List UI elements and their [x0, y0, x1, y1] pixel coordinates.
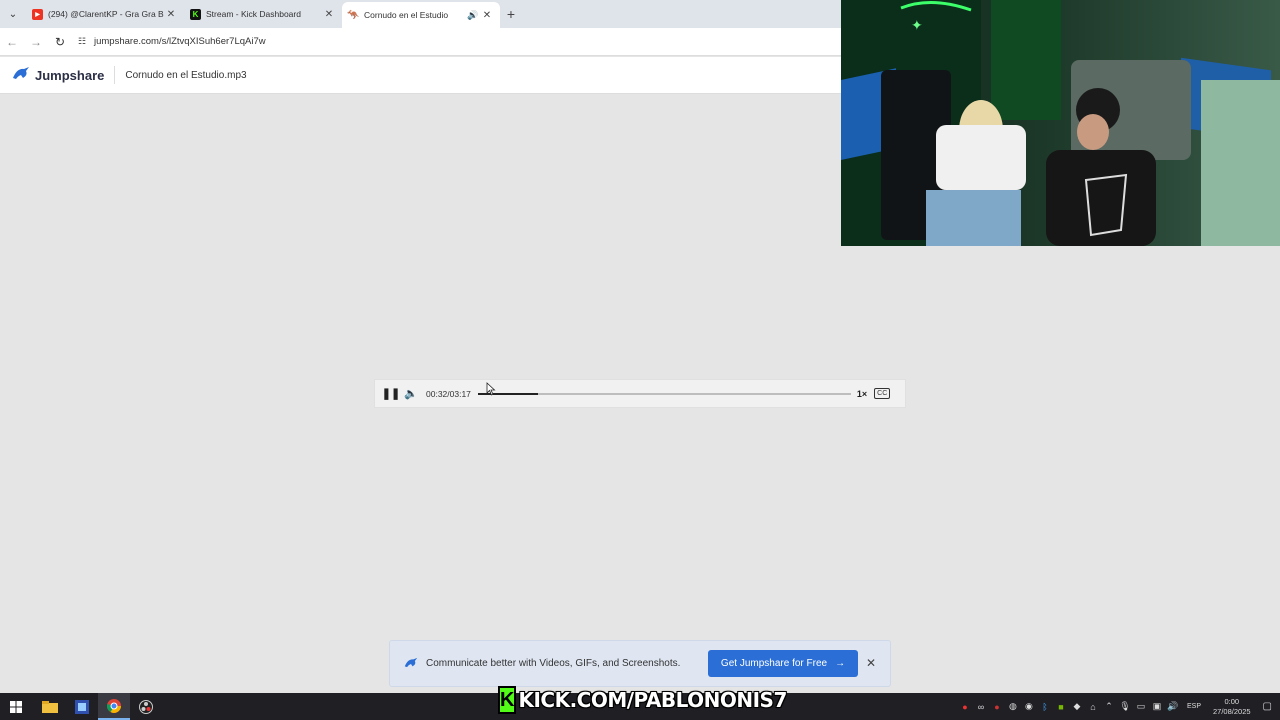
clock[interactable]: 0:00 27/08/2025 [1213, 697, 1251, 717]
new-tab-button[interactable]: + [500, 6, 522, 22]
microphone-icon[interactable]: 🎙 [1117, 701, 1133, 712]
kick-logo-icon: K [498, 686, 517, 714]
reload-icon[interactable]: ↻ [48, 35, 72, 49]
cta-label: Get Jumpshare for Free [720, 658, 828, 669]
site-info-icon[interactable]: ☷ [72, 36, 92, 47]
jumpshare-logo[interactable]: Jumpshare [0, 66, 104, 84]
clock-time: 0:00 [1224, 696, 1240, 706]
close-icon[interactable]: ✕ [164, 9, 178, 20]
close-icon[interactable]: ✕ [480, 10, 494, 21]
screen: ⌄ ▶ (294) @ClarentKP - Gra Gra Bo ✕ K St… [0, 0, 1280, 720]
tab-kick-dashboard[interactable]: K Stream - Kick Dashboard ✕ [184, 0, 342, 28]
back-icon[interactable]: ← [0, 35, 24, 49]
steam-icon[interactable]: ◉ [1021, 701, 1037, 712]
network-icon[interactable]: ▣ [1149, 701, 1165, 712]
arrow-right-icon: → [835, 658, 846, 669]
pause-button[interactable]: ❚❚ [381, 387, 401, 400]
brand-name: Jumpshare [35, 67, 105, 83]
close-icon[interactable]: ✕ [866, 656, 876, 670]
playback-speed-button[interactable]: 1× [857, 389, 867, 399]
tab-title: (294) @ClarentKP - Gra Gra Bo [48, 9, 164, 19]
windows-start-icon[interactable] [0, 693, 32, 720]
language-indicator[interactable]: ESP [1187, 703, 1201, 710]
speaker-icon[interactable]: 🔊 [466, 10, 480, 21]
tab-title: Cornudo en el Estudio [364, 10, 449, 20]
time-display: 00:32/03:17 [426, 388, 471, 399]
jumpshare-icon: 🦘 [347, 9, 360, 21]
seek-bar[interactable] [477, 392, 851, 395]
kick-watermark: K KICK.COM/PABLONONIS7 [498, 683, 788, 717]
forward-icon[interactable]: → [24, 35, 48, 49]
close-icon[interactable]: ✕ [322, 9, 336, 20]
address-bar[interactable]: jumpshare.com/s/lZtvqXISuh6er7LqAi7w [94, 36, 266, 47]
nvidia-icon[interactable]: ■ [1053, 702, 1069, 712]
promo-banner: Communicate better with Videos, GIFs, an… [389, 640, 891, 687]
kick-icon: K [190, 8, 201, 20]
get-jumpshare-button[interactable]: Get Jumpshare for Free → [708, 650, 858, 677]
bluetooth-icon[interactable]: ᛒ [1037, 702, 1053, 712]
volume-icon[interactable]: 🔈 [401, 387, 421, 400]
chrome-icon[interactable] [98, 693, 130, 720]
tab-title: Stream - Kick Dashboard [206, 9, 301, 19]
obs-icon[interactable] [130, 693, 162, 720]
captions-button[interactable]: CC [874, 388, 891, 399]
usb-icon[interactable]: ⌂ [1085, 702, 1101, 712]
link-icon[interactable]: ∞ [973, 702, 989, 712]
file-name: Cornudo en el Estudio.mp3 [125, 69, 247, 81]
tab-jumpshare[interactable]: 🦘 Cornudo en el Estudio 🔊 ✕ [342, 2, 500, 28]
shield-icon[interactable]: ◆ [1069, 701, 1085, 712]
kangaroo-icon [404, 657, 418, 671]
app-icon[interactable] [66, 693, 98, 720]
tab-youtube[interactable]: ▶ (294) @ClarentKP - Gra Gra Bo ✕ [26, 0, 184, 28]
svg-text:✦: ✦ [911, 18, 923, 34]
display-icon[interactable]: ▭ [1133, 701, 1149, 712]
system-tray: ● ∞ ● ◍ ◉ ᛒ ■ ◆ ⌂ ⌃ 🎙 ▭ ▣ 🔊 ESP 0:00 27/… [957, 693, 1280, 720]
app-tray-icon[interactable]: ◍ [1005, 701, 1021, 712]
notifications-icon[interactable]: ▢ [1263, 701, 1272, 712]
watermark-text: KICK.COM/PABLONONIS7 [518, 687, 788, 713]
clock-date: 27/08/2025 [1213, 706, 1251, 716]
divider [114, 66, 116, 84]
youtube-icon: ▶ [32, 8, 43, 20]
chevron-up-icon[interactable]: ⌃ [1101, 701, 1117, 712]
audio-player: ❚❚ 🔈 00:32/03:17 1× CC [374, 379, 906, 408]
record-icon[interactable]: ● [957, 702, 973, 712]
tab-search-icon[interactable]: ⌄ [0, 0, 26, 28]
kangaroo-icon [12, 66, 30, 84]
volume-icon[interactable]: 🔊 [1165, 701, 1181, 712]
file-explorer-icon[interactable] [34, 693, 66, 720]
banner-text: Communicate better with Videos, GIFs, an… [426, 658, 681, 669]
webcam-overlay: ✦ [841, 0, 1280, 246]
mic-icon[interactable]: ● [989, 702, 1005, 712]
